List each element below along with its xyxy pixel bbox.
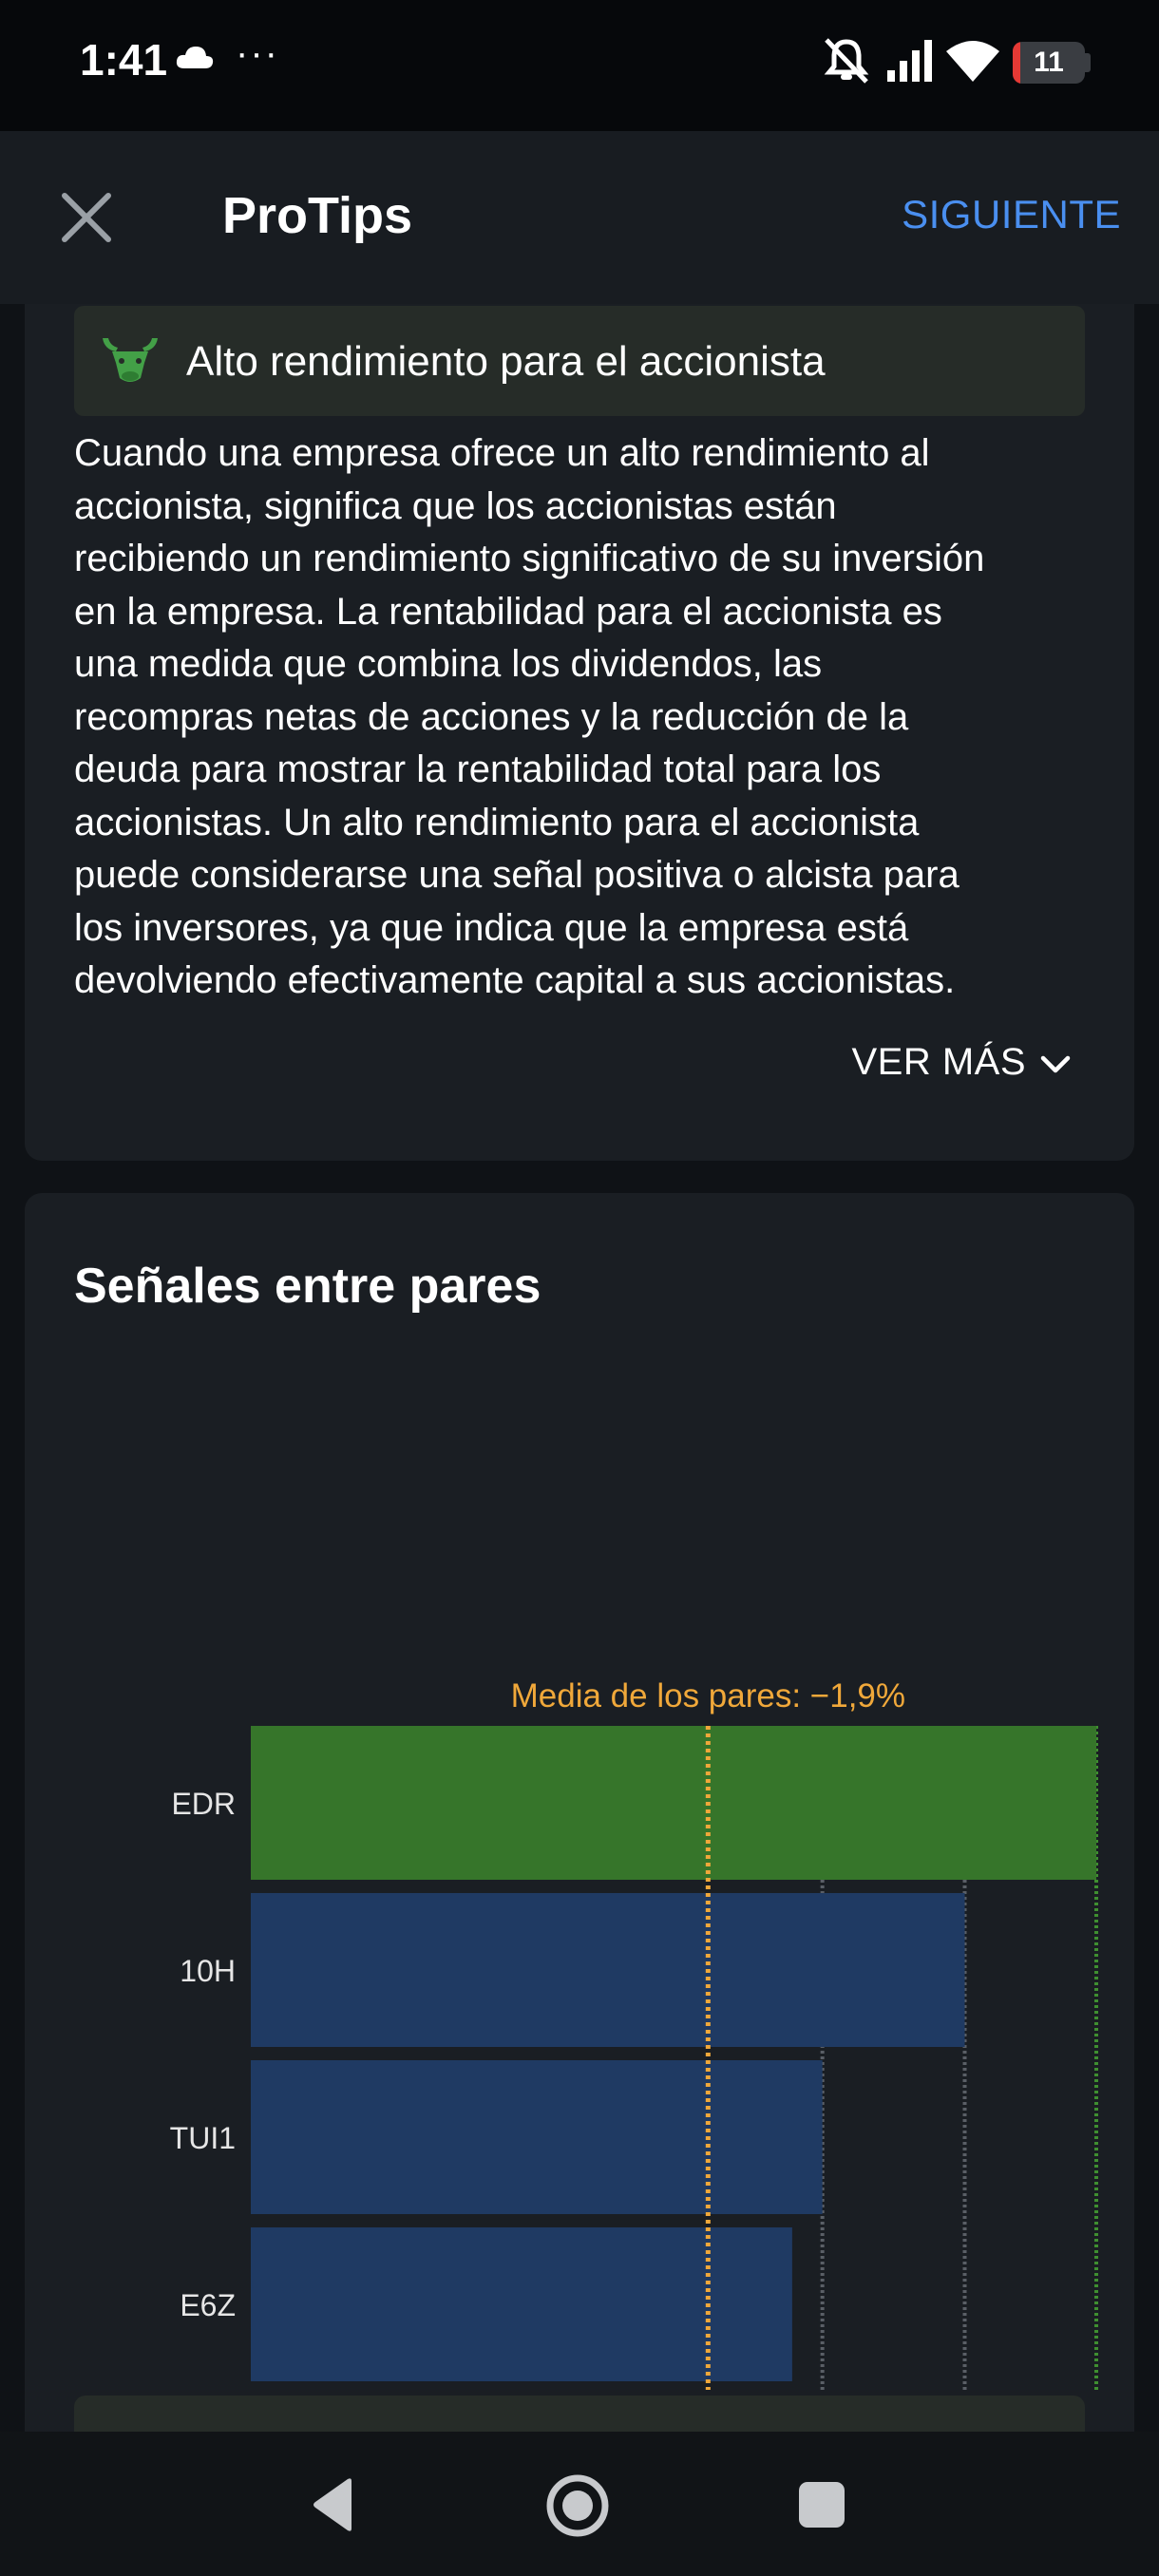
bar-edr (251, 1726, 1096, 1880)
peers-card: Señales entre pares EDR10HTUI1E6ZLMNMedi… (25, 1193, 1134, 2432)
tip-line: una medida que combina los dividendos, l… (74, 643, 823, 685)
bar-10h (251, 1893, 965, 2047)
category-label: EDR (171, 1787, 236, 1821)
tip-line: devolviendo efectivamente capital a sus … (74, 959, 956, 1001)
tip-title: Alto rendimiento para el accionista (186, 338, 826, 385)
tip-line: accionistas. Un alto rendimiento para el… (74, 801, 920, 843)
signal-icon (887, 40, 932, 82)
ver-mas-label: VER MÁS (851, 1041, 1026, 1083)
navigation-bar (0, 2432, 1159, 2576)
category-label: E6Z (180, 2288, 236, 2322)
tip-line: los inversores, ya que indica que la emp… (74, 906, 909, 949)
tip-line: en la empresa. La rentabilidad para el a… (74, 590, 942, 633)
peers-bar-chart: EDR10HTUI1E6ZLMNMedia de los pares: −1,9… (170, 1677, 1098, 2390)
bull-icon (103, 338, 158, 382)
tip-line: deuda para mostrar la rentabilidad total… (74, 748, 882, 790)
mean-label: Media de los pares: −1,9% (511, 1677, 905, 1714)
page-title: ProTips (222, 187, 413, 244)
chevron-down-icon (1040, 1056, 1071, 1073)
mute-icon (824, 38, 869, 84)
tip-line: puede considerarse una señal positiva o … (74, 854, 960, 896)
status-more-dots: ··· (236, 32, 279, 74)
back-icon[interactable] (310, 2477, 357, 2532)
bar-tui1 (251, 2060, 823, 2214)
battery-icon: 11 (1013, 42, 1085, 84)
next-tip-card (74, 2396, 1085, 2432)
recents-icon[interactable] (798, 2481, 846, 2529)
ver-mas-button[interactable]: VER MÁS (851, 1041, 1072, 1084)
bar-e6z (251, 2227, 792, 2381)
battery-level: 11 (1034, 47, 1064, 78)
content-scroll[interactable]: Alto rendimiento para el accionista Cuan… (0, 304, 1159, 2432)
tip-line: Cuando una empresa ofrece un alto rendim… (74, 432, 930, 474)
tip-line: recompras netas de acciones y la reducci… (74, 695, 909, 738)
status-time: 1:41 (80, 35, 168, 85)
wifi-icon (946, 41, 999, 82)
category-label: TUI1 (170, 2121, 236, 2155)
tip-description: Cuando una empresa ofrece un alto rendim… (74, 427, 1100, 1008)
cloud-icon (176, 47, 214, 68)
battery-nub (1085, 53, 1091, 72)
app-bar: ProTips SIGUIENTE (0, 131, 1159, 304)
tip-header: Alto rendimiento para el accionista (74, 306, 1085, 416)
status-bar: 1:41 ··· 11 (0, 0, 1159, 131)
tip-line: accionista, significa que los accionista… (74, 484, 837, 527)
home-icon[interactable] (545, 2473, 610, 2538)
next-button[interactable]: SIGUIENTE (902, 192, 1121, 237)
close-icon[interactable] (55, 186, 118, 249)
category-label: 10H (180, 1954, 236, 1988)
tip-card: Alto rendimiento para el accionista Cuan… (25, 304, 1134, 1161)
tip-line: recibiendo un rendimiento significativo … (74, 538, 985, 579)
